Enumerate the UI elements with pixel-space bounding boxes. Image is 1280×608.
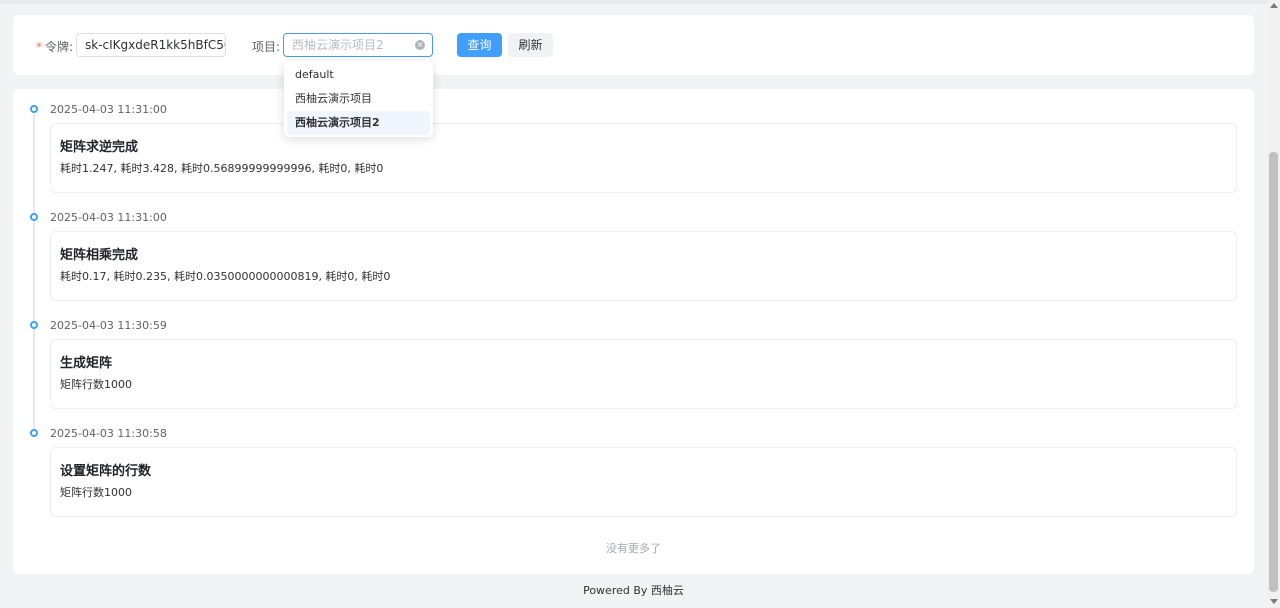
event-title: 生成矩阵 (60, 356, 113, 371)
token-input[interactable]: sk-cIKgxdeR1kk5hBfC503aEe (76, 33, 226, 57)
event-title: 设置矩阵的行数 (60, 464, 152, 479)
timeline-dot (30, 213, 38, 221)
top-bar (0, 0, 1267, 4)
token-label: 令牌: (45, 40, 74, 54)
dropdown-option-default[interactable]: default (284, 63, 433, 87)
event-time: 2025-04-03 11:31:00 (50, 211, 167, 224)
event-desc: 耗时0.17, 耗时0.235, 耗时0.0350000000000819, 耗… (60, 270, 391, 283)
clear-icon[interactable]: × (415, 40, 425, 50)
event-card: 矩阵相乘完成 耗时0.17, 耗时0.235, 耗时0.035000000000… (50, 231, 1237, 301)
scroll-down-icon[interactable] (1270, 599, 1278, 604)
event-card: 生成矩阵 矩阵行数1000 (50, 339, 1237, 409)
timeline-dot (30, 429, 38, 437)
footer: Powered By 西柚云 (583, 584, 684, 597)
scrollbar-thumb[interactable] (1269, 152, 1278, 592)
event-title: 矩阵求逆完成 (60, 140, 139, 155)
event-title: 矩阵相乘完成 (60, 248, 139, 263)
dropdown-option-project[interactable]: 西柚云演示项目 (284, 87, 433, 111)
project-select[interactable]: 西柚云演示项目2 (283, 33, 433, 57)
required-mark: * (36, 40, 42, 54)
event-desc: 矩阵行数1000 (60, 378, 132, 391)
timeline-dot (30, 105, 38, 113)
event-card: 矩阵求逆完成 耗时1.247, 耗时3.428, 耗时0.56899999999… (50, 123, 1237, 193)
event-time: 2025-04-03 11:31:00 (50, 103, 167, 116)
dropdown-option-project2[interactable]: 西柚云演示项目2 (287, 111, 430, 135)
scroll-up-icon[interactable] (1270, 3, 1278, 8)
query-button[interactable]: 查询 (457, 33, 502, 57)
event-time: 2025-04-03 11:30:58 (50, 427, 167, 440)
no-more-text: 没有更多了 (606, 542, 661, 555)
event-card: 设置矩阵的行数 矩阵行数1000 (50, 447, 1237, 517)
project-dropdown: default 西柚云演示项目 西柚云演示项目2 (284, 61, 433, 137)
timeline-line (33, 114, 35, 434)
event-desc: 耗时1.247, 耗时3.428, 耗时0.56899999999996, 耗时… (60, 162, 384, 175)
timeline-dot (30, 321, 38, 329)
project-label: 项目: (252, 40, 281, 54)
event-desc: 矩阵行数1000 (60, 486, 132, 499)
scrollbar[interactable] (1267, 0, 1280, 608)
refresh-button[interactable]: 刷新 (508, 33, 553, 57)
event-time: 2025-04-03 11:30:59 (50, 319, 167, 332)
